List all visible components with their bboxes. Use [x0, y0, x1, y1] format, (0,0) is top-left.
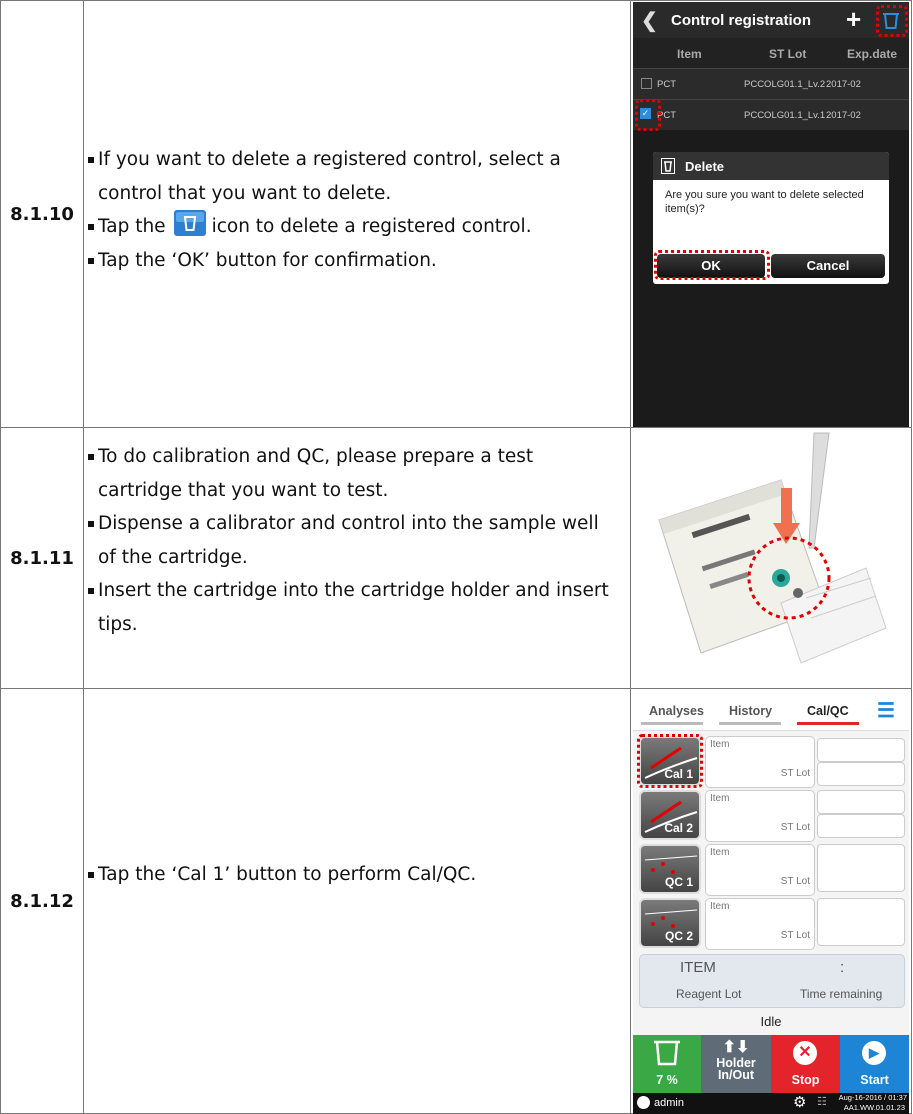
row-checkbox[interactable] — [641, 78, 652, 89]
dialog-message: Are you sure you want to delete selected… — [665, 189, 864, 215]
arrows-up-down-icon: ⬆⬇ — [722, 1039, 750, 1056]
bullet-item: Tap the ‘OK’ button for confirmation. — [88, 244, 618, 278]
cartridge-photo — [631, 428, 911, 688]
highlight-ok — [654, 250, 770, 280]
bullet-item: Insert the cartridge into the cartridge … — [88, 574, 618, 641]
qc-2-button[interactable]: QC 2 — [639, 898, 701, 948]
qc-1-button[interactable]: QC 1 — [639, 844, 701, 894]
play-circle-icon: ▶ — [862, 1041, 886, 1065]
status-state: Idle — [760, 1014, 782, 1029]
bullet-item: To do calibration and QC, please prepare… — [88, 440, 618, 507]
tab-history[interactable]: History — [729, 704, 772, 718]
bullet-item: Tap the ‘Cal 1’ button to perform Cal/QC… — [88, 858, 618, 892]
step-number: 8.1.10 — [1, 1, 84, 427]
item-info-box: Item ST Lot — [705, 736, 815, 788]
trash-icon — [173, 210, 206, 236]
gear-icon[interactable]: ⚙ — [793, 1093, 806, 1111]
result-box — [817, 844, 905, 892]
item-info-box: Item ST Lot — [705, 898, 815, 950]
tab-calqc[interactable]: Cal/QC — [807, 704, 849, 718]
holder-in-out-button[interactable]: ⬆⬇ Holder In/Out — [701, 1035, 771, 1093]
column-header: Item — [677, 47, 702, 61]
step-description: To do calibration and QC, please prepare… — [83, 428, 631, 688]
network-icon: ☷ — [817, 1096, 827, 1108]
tab-analyses[interactable]: Analyses — [649, 704, 704, 718]
status-bar: admin ⚙ ☷ Aug-16-2016 / 01:37 AA1.WW.01.… — [633, 1093, 909, 1114]
bullet-item: Tap the icon to delete a registered contr… — [88, 210, 618, 244]
table-row[interactable]: PCT PCCOLG01.1_Lv.2 2017-02 — [633, 68, 909, 99]
trash-icon — [661, 158, 675, 174]
close-circle-icon: ✕ — [793, 1041, 817, 1065]
result-box — [817, 762, 905, 786]
control-registration-screen: ❮ Control registration + Item ST Lot Exp… — [633, 2, 909, 427]
back-chevron-icon[interactable]: ❮ — [641, 8, 658, 33]
dialog-title: Delete — [685, 159, 725, 174]
result-box — [817, 738, 905, 762]
step-number: 8.1.12 — [1, 689, 84, 1113]
stop-button[interactable]: ✕ Stop — [771, 1035, 840, 1093]
trash-icon — [654, 1040, 680, 1066]
user-icon — [637, 1096, 650, 1109]
tab-bar: Analyses History Cal/QC ☰ — [633, 690, 909, 731]
step-row-8-1-11: 8.1.11 To do calibration and QC, please … — [0, 427, 912, 689]
column-header: Exp.date — [847, 47, 898, 61]
step-description: Tap the ‘Cal 1’ button to perform Cal/QC… — [83, 689, 631, 1113]
screen-title: Control registration — [671, 12, 812, 29]
result-box — [817, 814, 905, 838]
item-info-box: Item ST Lot — [705, 844, 815, 896]
step-description: If you want to delete a registered contr… — [83, 1, 631, 427]
result-box — [817, 790, 905, 814]
progress-panel: ITEM : Reagent Lot Time remaining — [639, 954, 905, 1008]
table-row[interactable]: ✓ PCT PCCOLG01.1_Lv.1 2017-02 — [633, 99, 909, 130]
cancel-button[interactable]: Cancel — [771, 254, 885, 278]
start-button[interactable]: ▶ Start — [840, 1035, 909, 1093]
cartridge-illustration — [658, 432, 887, 664]
highlight-cal-1 — [637, 734, 703, 788]
highlight-checkbox — [635, 99, 661, 131]
screen-header: ❮ Control registration + — [633, 2, 909, 38]
result-box — [817, 898, 905, 946]
menu-icon[interactable]: ☰ — [877, 698, 895, 723]
column-header: ST Lot — [769, 47, 807, 61]
highlight-trash — [876, 5, 908, 37]
add-icon[interactable]: + — [846, 4, 861, 35]
item-info-box: Item ST Lot — [705, 790, 815, 842]
bullet-item: If you want to delete a registered contr… — [88, 143, 618, 210]
trash-button[interactable]: 7 % — [633, 1035, 701, 1093]
table-header: Item ST Lot Exp.date — [633, 38, 909, 68]
cal-2-button[interactable]: Cal 2 — [639, 790, 701, 840]
dialog-header: Delete — [653, 152, 889, 180]
step-number: 8.1.11 — [1, 428, 84, 688]
bullet-item: Dispense a calibrator and control into t… — [88, 507, 618, 574]
calqc-screen: Analyses History Cal/QC ☰ Cal 1 Cal 2 QC… — [633, 690, 909, 1114]
